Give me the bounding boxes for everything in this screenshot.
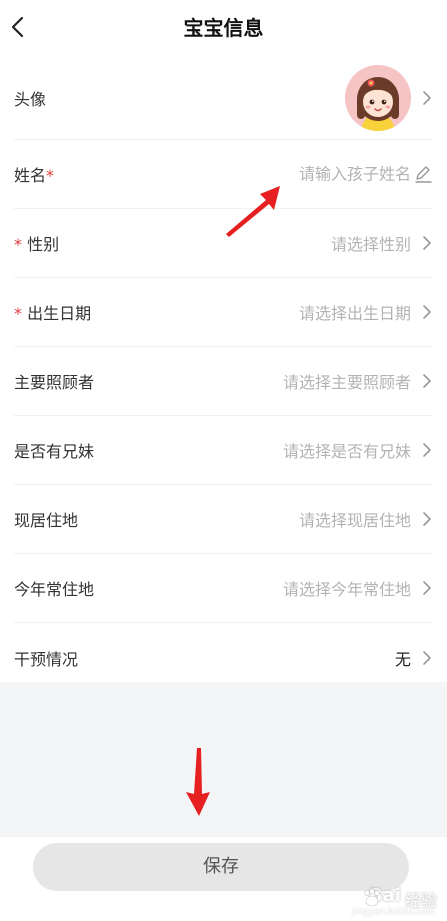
nav-header: 宝宝信息 [0,0,447,56]
intervention-value: 无 [394,649,411,669]
birthdate-label: * 出生日期 [14,300,91,324]
chevron-right-icon [421,303,433,321]
birthdate-label-text: 出生日期 [27,304,92,323]
name-row: 姓名* [14,140,433,209]
chevron-right-icon [421,579,433,597]
gender-label-text: 性别 [27,235,60,254]
chevron-right-icon [421,234,433,252]
required-mark: * [46,166,55,185]
required-mark: * [14,235,22,254]
baby-info-screen: 宝宝信息 头像 姓名* 请输入孩子姓名 * 性别 请选择性别 * 出生日期 请选… [0,0,447,921]
current-residence-value: 请选择现居住地 [298,511,411,530]
required-mark: * [14,304,22,323]
intervention-label: 干预情况 [14,649,79,669]
usual-residence-row[interactable]: 今年常住地 请选择今年常住地 [14,554,433,623]
avatar-row[interactable]: 头像 [14,56,433,140]
baidu-watermark: Bai 经验 jingyan.baidu.com [311,883,441,917]
gender-row[interactable]: * 性别 请选择性别 [14,209,433,278]
gender-value: 请选择性别 [330,235,411,254]
baby-info-form: 头像 姓名* 请输入孩子姓名 * 性别 请选择性别 * 出生日期 请选择出生日期… [0,56,447,692]
chevron-right-icon [421,510,433,528]
caregiver-row[interactable]: 主要照顾者 请选择主要照顾者 [14,347,433,416]
siblings-row[interactable]: 是否有兄妹 请选择是否有兄妹 [14,416,433,485]
page-background-area [0,682,447,837]
birthdate-value: 请选择出生日期 [298,304,411,323]
pencil-icon [413,164,433,184]
avatar[interactable] [345,64,411,131]
current-residence-row[interactable]: 现居住地 请选择现居住地 [14,485,433,554]
siblings-label: 是否有兄妹 [14,442,95,461]
chevron-right-icon [421,441,433,459]
usual-residence-value: 请选择今年常住地 [282,580,411,599]
chevron-right-icon [421,649,433,667]
baidu-paw-icon [364,888,380,907]
usual-residence-label: 今年常住地 [14,580,95,599]
siblings-value: 请选择是否有兄妹 [282,442,411,461]
child-name-input[interactable] [211,164,411,184]
caregiver-label: 主要照顾者 [14,373,95,392]
chevron-right-icon [421,89,433,107]
avatar-girl-image [345,64,411,131]
chevron-right-icon [421,372,433,390]
name-label: 姓名* [14,162,54,186]
birthdate-row[interactable]: * 出生日期 请选择出生日期 [14,278,433,347]
avatar-label: 头像 [14,89,47,109]
caregiver-value: 请选择主要照顾者 [282,373,411,392]
page-title: 宝宝信息 [183,16,264,40]
current-residence-label: 现居住地 [14,511,79,530]
gender-label: * 性别 [14,231,59,255]
watermark-url: jingyan.baidu.com [351,907,435,917]
name-label-text: 姓名 [14,166,47,185]
